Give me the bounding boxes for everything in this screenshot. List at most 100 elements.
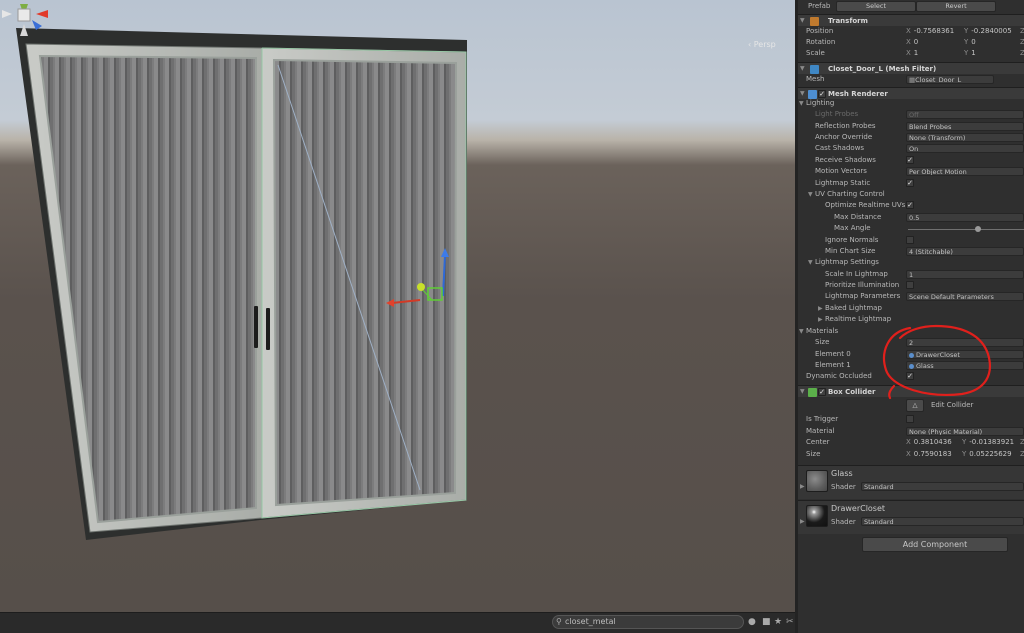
max-distance-field[interactable]: 0.5 [906, 213, 1024, 222]
prefab-label: Prefab [808, 2, 831, 10]
center-label: Center [806, 438, 830, 446]
min-chart-size-label: Min Chart Size [825, 247, 876, 255]
prefab-select-button[interactable]: Select [836, 1, 916, 12]
inspector-panel: Prefab Select Revert ▼ Transform Positio… [798, 0, 1024, 633]
max-angle-slider-knob[interactable] [974, 226, 981, 232]
fold-arrow-icon[interactable]: ▶ [800, 483, 805, 490]
scale-in-lightmap-field[interactable]: 1 [906, 270, 1024, 279]
scale-x-field[interactable]: X1 [906, 48, 918, 59]
glass-shader-dropdown[interactable]: Standard [861, 482, 1024, 491]
scale-label: Scale [806, 49, 825, 57]
lightmap-parameters-dropdown[interactable]: Scene Default Parameters [906, 292, 1024, 301]
fold-arrow-icon[interactable]: ▼ [799, 98, 804, 109]
prefab-revert-button[interactable]: Revert [916, 1, 996, 12]
mesh-field[interactable]: ▦Closet_Door_L [906, 75, 994, 84]
fold-arrow-icon[interactable]: ▼ [799, 326, 804, 337]
collider-size-x-field[interactable]: X 0.7590183 [906, 449, 952, 460]
rotation-x-field[interactable]: X0 [906, 37, 918, 48]
fold-arrow-icon[interactable]: ▶ [818, 314, 823, 325]
max-angle-row: Max Angle [798, 223, 1024, 234]
collider-material-field[interactable]: None (Physic Material) [906, 427, 1024, 436]
cast-shadows-label: Cast Shadows [815, 144, 865, 152]
optimize-uvs-row: Optimize Realtime UVs ✓ [798, 200, 1024, 211]
cast-shadows-dropdown[interactable]: On [906, 144, 1024, 153]
scale-z-field[interactable]: Z [1020, 48, 1024, 59]
layers-icon[interactable]: ■ [762, 617, 771, 627]
fold-arrow-icon[interactable]: ▶ [818, 303, 823, 314]
mesh-renderer-enabled-checkbox[interactable]: ✓ [818, 90, 826, 98]
perspective-label[interactable]: ‹ Persp [748, 40, 776, 49]
position-x-field[interactable]: X -0.7568361 [906, 26, 954, 37]
scene-search-field[interactable]: ⚲ closet_metal [552, 615, 744, 629]
lightmap-settings-label: Lightmap Settings [815, 258, 879, 266]
glass-material-name: Glass [831, 469, 853, 478]
anchor-override-field[interactable]: None (Transform) [906, 133, 1024, 142]
lightmap-settings-row[interactable]: ▼ Lightmap Settings [798, 257, 1024, 268]
realtime-lightmap-row[interactable]: ▶ Realtime Lightmap [798, 314, 1024, 325]
add-component-button[interactable]: Add Component [862, 537, 1008, 552]
materials-size-field[interactable]: 2 [906, 338, 1024, 347]
orientation-gizmo-icon[interactable] [0, 0, 50, 48]
prioritize-illumination-label: Prioritize Illumination [825, 281, 900, 289]
edit-collider-label[interactable]: Edit Collider [931, 400, 973, 411]
scissors-icon[interactable]: ✂ [786, 617, 794, 627]
box-collider-enabled-checkbox[interactable]: ✓ [818, 388, 826, 396]
min-chart-size-dropdown[interactable]: 4 (Stitchable) [906, 247, 1024, 256]
is-trigger-checkbox[interactable] [906, 415, 914, 423]
rotation-y-field[interactable]: Y0 [964, 37, 976, 48]
prioritize-illumination-checkbox[interactable] [906, 281, 914, 289]
lightmap-parameters-label: Lightmap Parameters [825, 292, 901, 300]
ignore-normals-checkbox[interactable] [906, 236, 914, 244]
drawercloset-shader-dropdown[interactable]: Standard [861, 517, 1024, 526]
motion-vectors-label: Motion Vectors [815, 167, 867, 175]
mesh-filter-header[interactable]: ▼ Closet_Door_L (Mesh Filter) [798, 62, 1024, 74]
transform-header[interactable]: ▼ Transform [798, 14, 1024, 26]
center-z-field[interactable]: Z [1020, 437, 1024, 448]
lock-icon[interactable]: ● [748, 617, 756, 627]
baked-lightmap-row[interactable]: ▶ Baked Lightmap [798, 303, 1024, 314]
min-chart-size-row: Min Chart Size 4 (Stitchable) [798, 246, 1024, 257]
motion-vectors-row: Motion Vectors Per Object Motion [798, 166, 1024, 177]
baked-lightmap-label: Baked Lightmap [825, 304, 882, 312]
position-z-field[interactable]: Z [1020, 26, 1024, 37]
lighting-label: Lighting [806, 99, 835, 107]
collider-size-z-field[interactable]: Z [1020, 449, 1024, 460]
star-icon[interactable]: ★ [774, 617, 782, 627]
position-y-field[interactable]: Y -0.2840005 [964, 26, 1012, 37]
scene-view[interactable]: ‹ Persp [0, 0, 795, 612]
center-y-field[interactable]: Y -0.01383921 [962, 437, 1014, 448]
optimize-uvs-checkbox[interactable]: ✓ [906, 201, 914, 209]
motion-vectors-dropdown[interactable]: Per Object Motion [906, 167, 1024, 176]
uv-charting-row[interactable]: ▼ UV Charting Control [798, 189, 1024, 200]
box-collider-header[interactable]: ▼ ✓ Box Collider [798, 385, 1024, 397]
scale-y-field[interactable]: Y1 [964, 48, 976, 59]
fold-arrow-icon[interactable]: ▼ [800, 386, 805, 398]
element1-field[interactable]: Glass [906, 361, 1024, 370]
material-preview-glass[interactable]: ▶ Glass Shader Standard [798, 465, 1024, 499]
reflection-probes-dropdown[interactable]: Blend Probes [906, 122, 1024, 131]
fold-arrow-icon[interactable]: ▼ [808, 189, 813, 200]
collider-size-y-field[interactable]: Y 0.05225629 [962, 449, 1012, 460]
fold-arrow-icon[interactable]: ▼ [808, 257, 813, 268]
lighting-row[interactable]: ▼ Lighting [798, 98, 1024, 109]
edit-collider-icon[interactable]: △ [906, 399, 924, 412]
dynamic-occluded-checkbox[interactable]: ✓ [906, 372, 914, 380]
prefab-row: Prefab Select Revert [798, 1, 1024, 12]
rotation-z-field[interactable]: Z [1020, 37, 1024, 48]
glass-thumbnail [806, 470, 828, 492]
scene-search-value: closet_metal [565, 617, 616, 626]
uv-charting-label: UV Charting Control [815, 190, 885, 198]
element0-field[interactable]: DrawerCloset [906, 350, 1024, 359]
fold-arrow-icon[interactable]: ▶ [800, 518, 805, 525]
receive-shadows-checkbox[interactable]: ✓ [906, 156, 914, 164]
materials-label: Materials [806, 327, 839, 335]
left-door-handle [254, 306, 258, 348]
lightmap-static-checkbox[interactable]: ✓ [906, 179, 914, 187]
material-preview-drawercloset[interactable]: ▶ DrawerCloset Shader Standard [798, 500, 1024, 534]
right-door [261, 47, 467, 519]
center-x-field[interactable]: X 0.3810436 [906, 437, 952, 448]
scene-canvas[interactable] [0, 0, 795, 612]
materials-row[interactable]: ▼ Materials [798, 326, 1024, 337]
max-angle-slider-track[interactable] [908, 229, 1024, 230]
position-label: Position [806, 27, 834, 35]
